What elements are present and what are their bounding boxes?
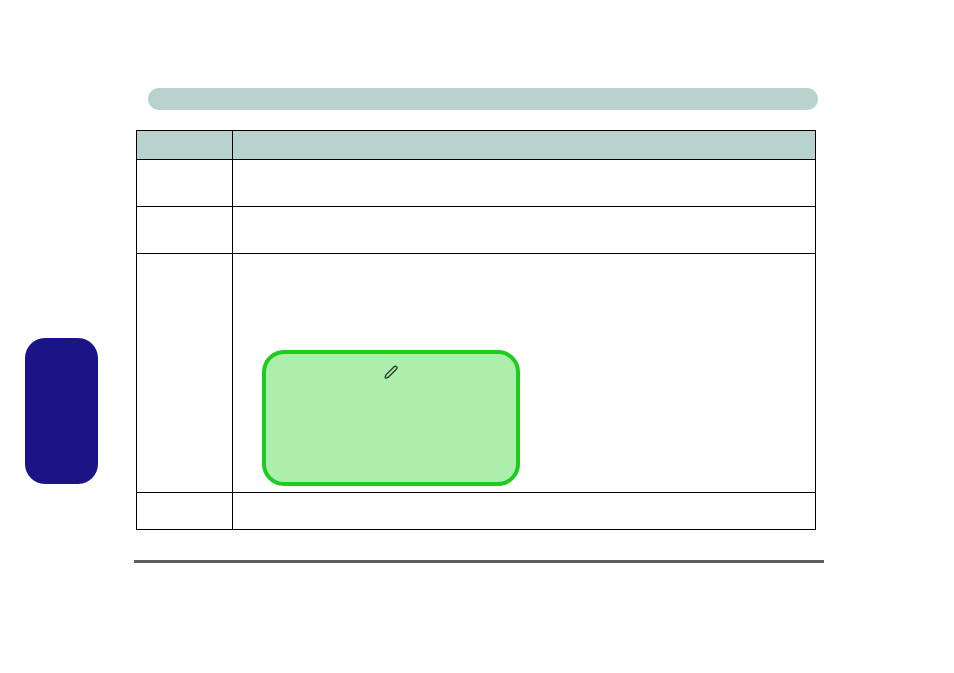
table-cell xyxy=(232,493,815,530)
table-cell xyxy=(137,254,233,493)
pen-icon xyxy=(384,364,400,380)
table-header-col2 xyxy=(232,131,815,160)
table-cell xyxy=(137,493,233,530)
table-cell xyxy=(232,207,815,254)
table-cell xyxy=(137,207,233,254)
footer-divider xyxy=(134,560,824,563)
table-row xyxy=(137,160,816,207)
table-cell xyxy=(232,160,815,207)
table-header-row xyxy=(137,131,816,160)
table-row xyxy=(137,207,816,254)
table-header-col1 xyxy=(137,131,233,160)
side-callout-box xyxy=(25,338,98,484)
note-callout xyxy=(262,350,520,486)
section-banner xyxy=(148,88,818,110)
table-cell xyxy=(137,160,233,207)
table-row xyxy=(137,493,816,530)
